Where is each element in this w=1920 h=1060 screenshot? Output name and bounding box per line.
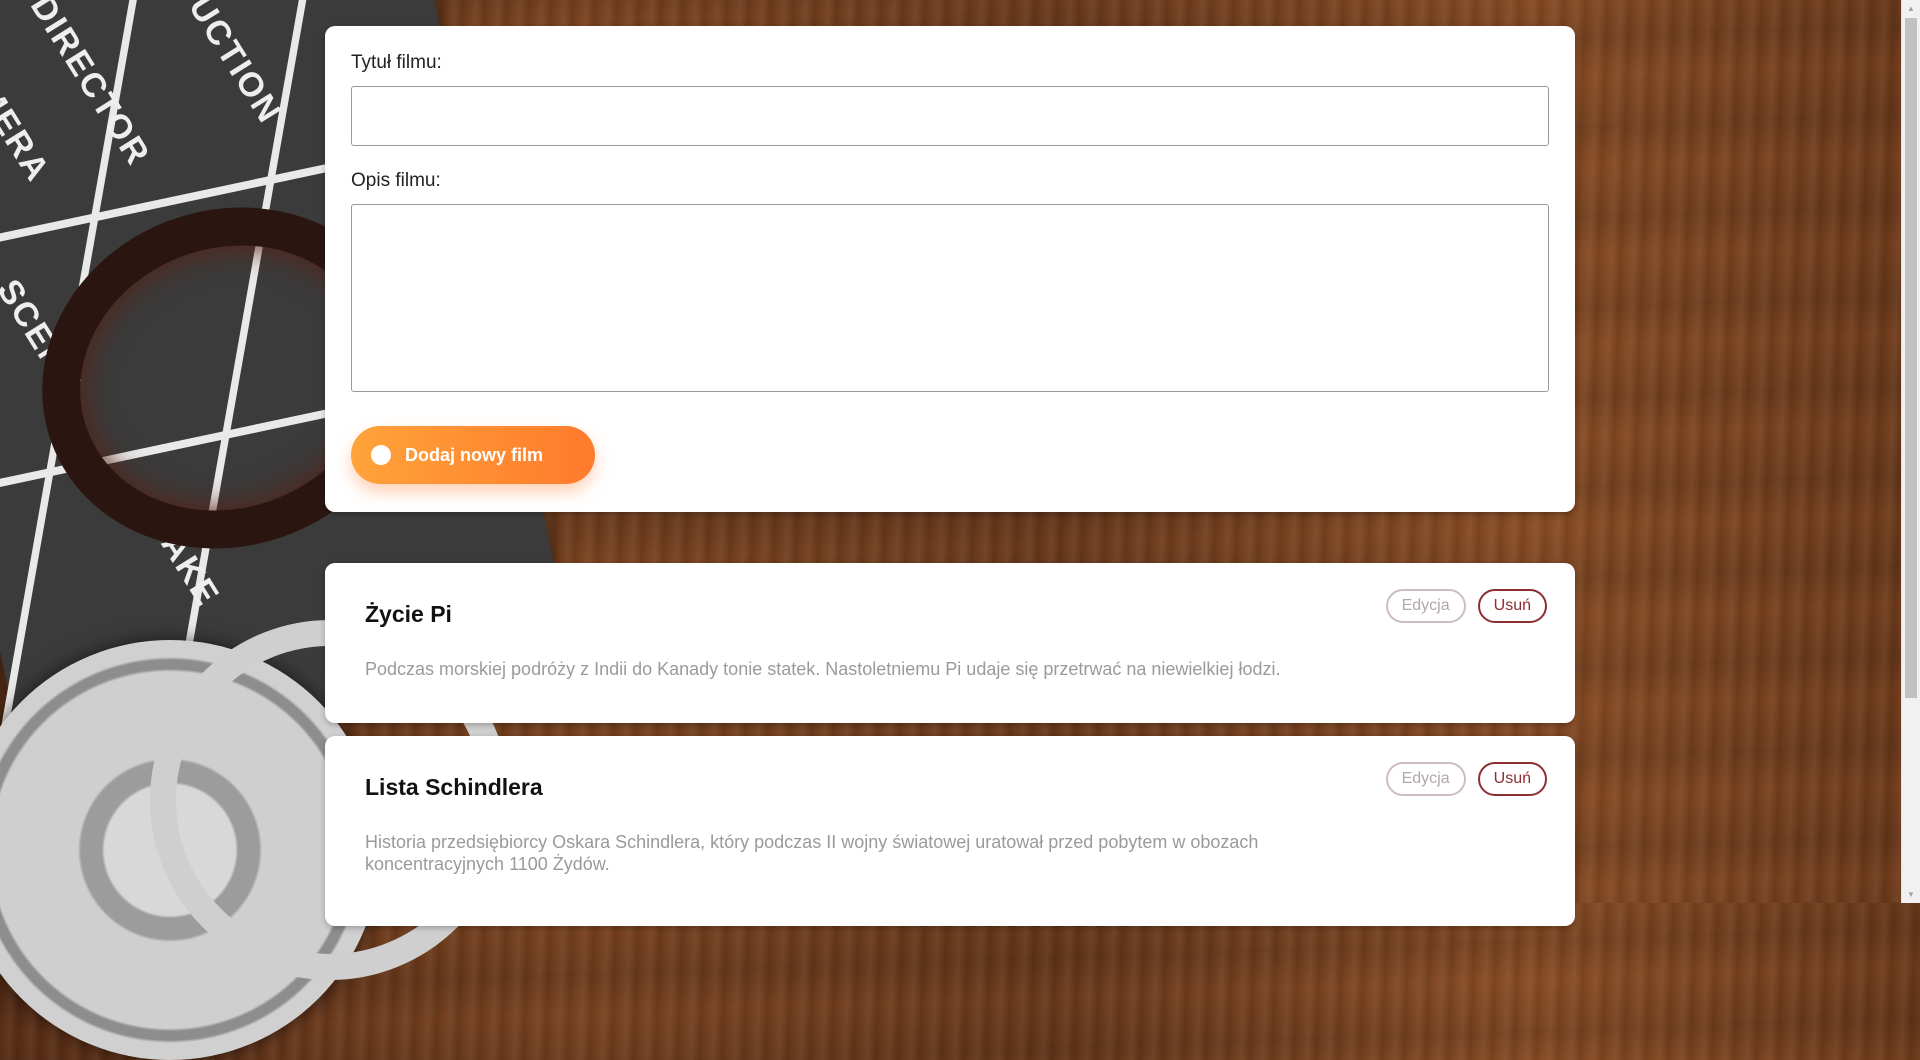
add-movie-button-label: Dodaj nowy film [405, 444, 544, 465]
scroll-up-arrow-icon[interactable]: ▲ [1902, 0, 1920, 17]
scroll-down-arrow-icon[interactable]: ▼ [1902, 886, 1920, 903]
movie-card: Lista Schindlera Historia przedsiębiorcy… [325, 736, 1575, 926]
movie-actions: Edycja Usuń [1385, 589, 1547, 623]
title-label: Tytuł filmu: [351, 52, 442, 73]
add-movie-button[interactable]: Dodaj nowy film [351, 426, 595, 484]
title-input[interactable] [351, 86, 1549, 146]
movie-actions: Edycja Usuń [1385, 762, 1547, 796]
scrollbar-thumb[interactable] [1905, 18, 1917, 698]
movie-description: Historia przedsiębiorcy Oskara Schindler… [365, 832, 1259, 874]
description-textarea[interactable] [351, 204, 1549, 392]
clapper-text-production: PRODUCTION [124, 0, 289, 131]
edit-button[interactable]: Edycja [1385, 589, 1466, 623]
movie-title: Życie Pi [365, 601, 452, 627]
clapper-text-scene: SCENE [0, 272, 90, 401]
vertical-scrollbar[interactable]: ▲ ▼ [1901, 0, 1920, 903]
delete-button[interactable]: Usuń [1477, 762, 1547, 796]
movie-description: Podczas morskiej podróży z Indii do Kana… [365, 659, 1281, 679]
description-label: Opis filmu: [351, 170, 441, 191]
film-reel-background [0, 640, 380, 1060]
circle-icon [371, 445, 391, 465]
clapper-text-director: DIRECTOR [22, 0, 158, 173]
clapper-text-camera: CAMERA [0, 31, 58, 189]
clapper-text-take: TAKE [142, 509, 227, 614]
movie-title: Lista Schindlera [365, 774, 543, 800]
movie-card: Życie Pi Podczas morskiej podróży z Indi… [325, 563, 1575, 723]
delete-button[interactable]: Usuń [1477, 589, 1547, 623]
edit-button[interactable]: Edycja [1385, 762, 1466, 796]
add-movie-form: Tytuł filmu: Opis filmu: Dodaj nowy film [325, 26, 1575, 512]
